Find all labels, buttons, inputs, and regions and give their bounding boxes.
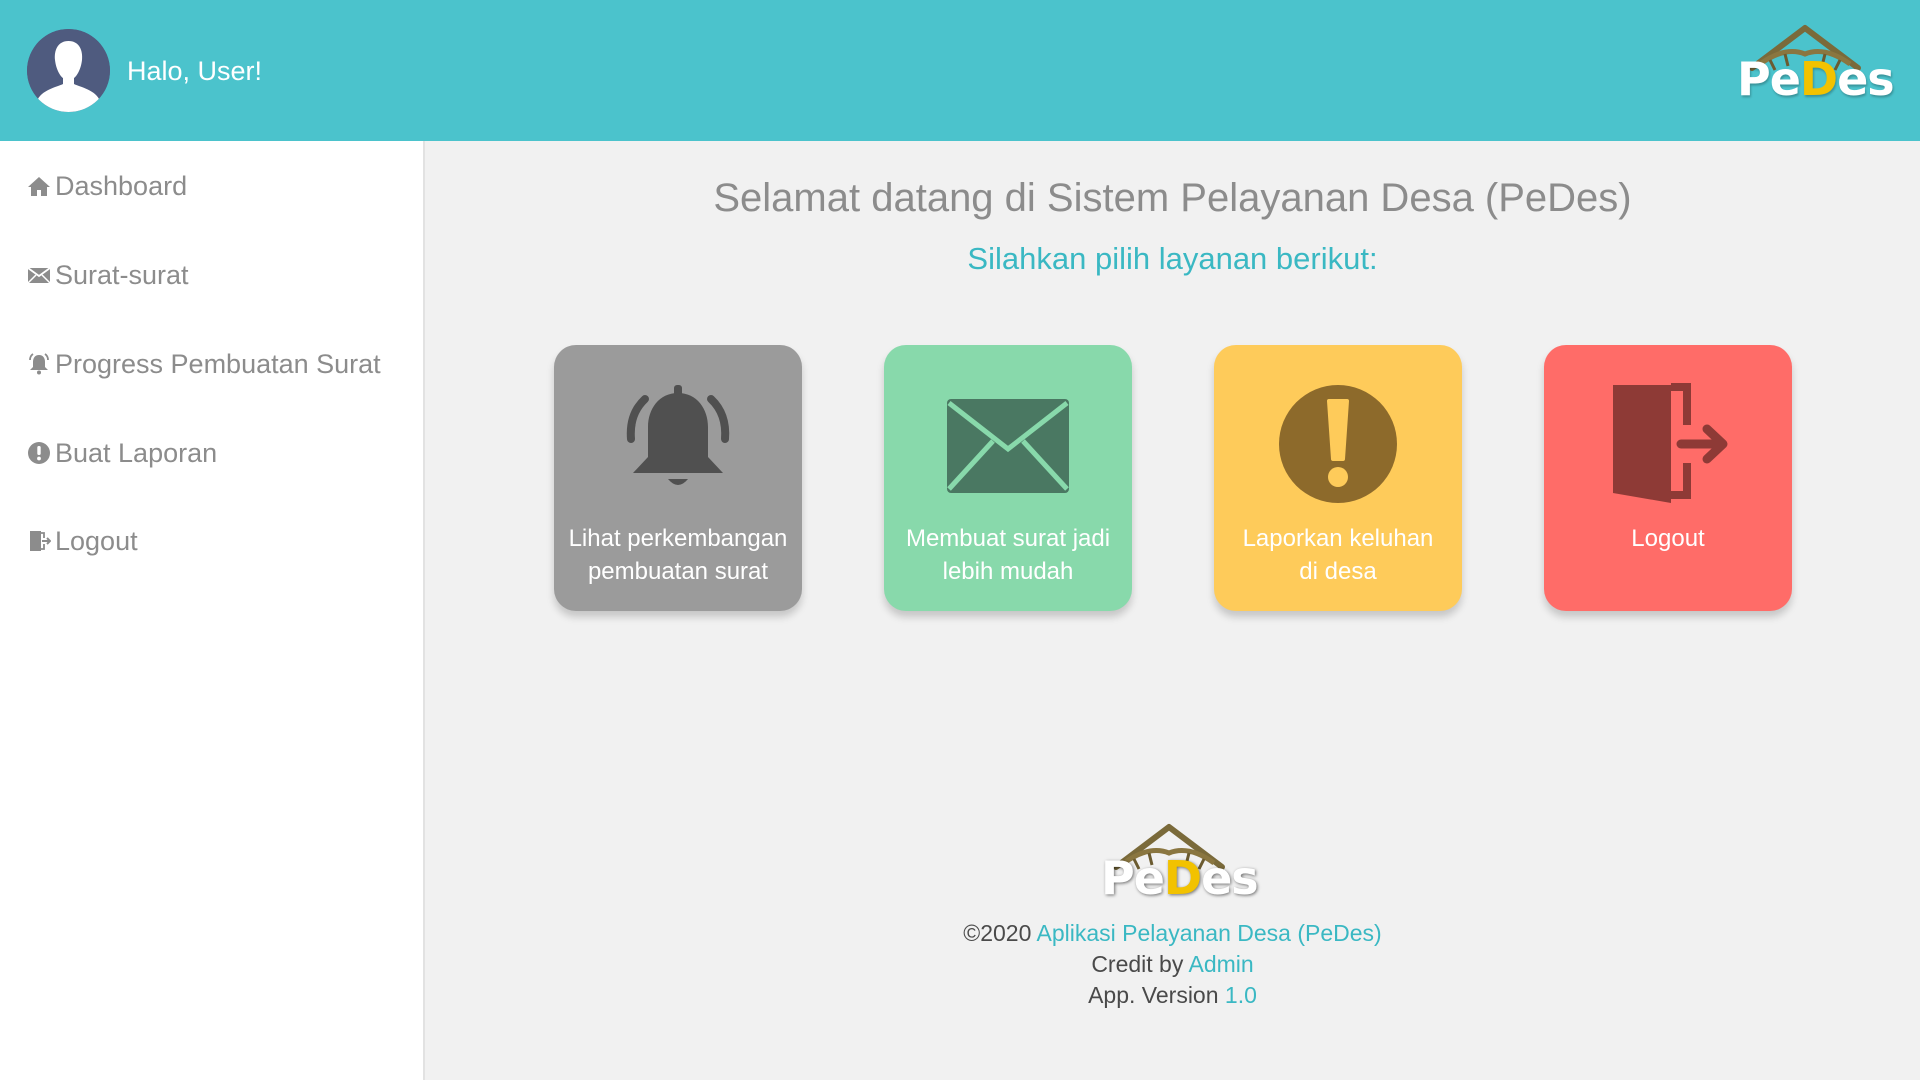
user-greeting: Halo, User!	[127, 56, 263, 86]
surat-card-button[interactable]: Membuat surat jadi lebih mudah	[884, 345, 1132, 611]
card-label: Logout	[1631, 525, 1705, 552]
exclamation-circle-icon	[1273, 379, 1403, 509]
logo-text: PeDes	[1101, 851, 1259, 905]
home-icon	[27, 174, 51, 198]
credit-line: Credit by Admin	[1091, 951, 1254, 977]
exclamation-circle-icon	[27, 441, 51, 465]
sidebar-item-progress[interactable]: Progress Pembuatan Surat	[27, 344, 381, 384]
user-avatar-icon[interactable]	[27, 29, 110, 112]
sidebar-item-logout[interactable]: Logout	[27, 521, 138, 561]
page-title: Selamat datang di Sistem Pelayanan Desa …	[713, 176, 1632, 220]
card-label: Lihat perkembangan pembuatan surat	[568, 525, 788, 585]
sign-out-icon	[1603, 379, 1733, 509]
copyright-line: ©2020 Aplikasi Pelayanan Desa (PeDes)	[963, 920, 1382, 946]
sidebar-item-label: Progress Pembuatan Surat	[55, 348, 381, 379]
page-subtitle: Silahkan pilih layanan berikut:	[967, 241, 1378, 276]
logout-card-button[interactable]: Logout	[1544, 345, 1792, 611]
envelope-icon	[27, 263, 51, 287]
footer-pedes-logo: PeDes	[1094, 823, 1259, 903]
laporan-card-button[interactable]: Laporkan keluhan di desa	[1214, 345, 1462, 611]
sign-out-icon	[27, 529, 51, 553]
sidebar-item-label: Dashboard	[55, 170, 188, 201]
progress-card-button[interactable]: Lihat perkembangan pembuatan surat	[554, 345, 802, 611]
pedes-logo[interactable]: PeDes	[1730, 24, 1895, 104]
app-name-link[interactable]: Aplikasi Pelayanan Desa (PeDes)	[1037, 920, 1382, 946]
top-header: Halo, User! PeDes	[0, 0, 1920, 141]
admin-link[interactable]: Admin	[1188, 951, 1253, 977]
bell-icon	[27, 352, 51, 376]
sidebar-item-dashboard[interactable]: Dashboard	[27, 166, 187, 206]
card-label: Laporkan keluhan di desa	[1242, 525, 1434, 585]
footer: ©2020 Aplikasi Pelayanan Desa (PeDes) Cr…	[425, 918, 1920, 1011]
bell-icon	[613, 379, 743, 509]
sidebar-item-label: Logout	[55, 525, 138, 556]
card-label: Membuat surat jadi lebih mudah	[905, 525, 1111, 585]
sidebar-item-label: Buat Laporan	[55, 437, 218, 468]
version-value: 1.0	[1224, 982, 1257, 1008]
envelope-icon	[943, 379, 1073, 509]
sidebar-item-surat[interactable]: Surat-surat	[27, 255, 189, 295]
sidebar: Dashboard Surat-surat Progress Pembuatan…	[0, 141, 425, 1080]
version-line: App. Version 1.0	[1088, 982, 1257, 1008]
sidebar-item-buat-laporan[interactable]: Buat Laporan	[27, 433, 217, 473]
logo-text: PeDes	[1737, 52, 1895, 106]
sidebar-item-label: Surat-surat	[55, 259, 189, 290]
